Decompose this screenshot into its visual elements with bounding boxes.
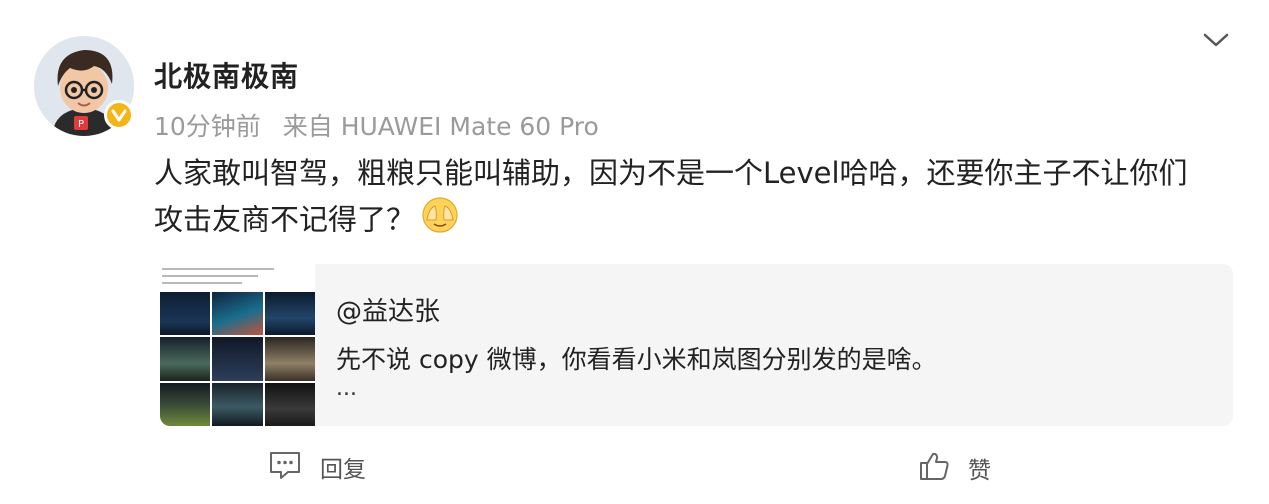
post-time: 10分钟前 [154,112,261,141]
like-label: 赞 [968,458,991,484]
thumbnail-cell [264,292,315,336]
thumbnail-grid [160,292,315,426]
username[interactable]: 北极南极南 [154,55,299,95]
thumbnail-header [160,264,315,292]
comment-icon [268,450,302,484]
chevron-down-icon[interactable] [1202,28,1230,52]
quoted-post-ellipsis: ... [336,376,357,401]
thumbnail-cell [160,382,211,426]
post-content: 人家敢叫智驾，粗粮只能叫辅助，因为不是一个Level哈哈，还要你主子不让你们攻击… [154,150,1214,247]
quoted-post-text: 先不说 copy 微博，你看看小米和岚图分别发的是啥。 [336,345,937,374]
svg-text:P: P [78,119,84,130]
post-meta: 10分钟前 来自 HUAWEI Mate 60 Pro [154,107,599,143]
thumbnail-cell [212,382,263,426]
thumbnail-cell [160,292,211,336]
reply-button[interactable]: 回复 [268,450,366,484]
thumbnail-cell [264,337,315,381]
thumbs-up-icon [918,450,950,486]
avatar-container[interactable]: P [34,36,134,136]
thumbnail-cell [264,382,315,426]
post-text: 人家敢叫智驾，粗粮只能叫辅助，因为不是一个Level哈哈，还要你主子不让你们攻击… [154,156,1188,237]
verified-badge-icon [104,100,134,130]
reply-label: 回复 [320,457,366,483]
quoted-post-thumbnail[interactable] [160,264,315,426]
facepalm-emoji-icon [421,196,459,247]
post-source: 来自 HUAWEI Mate 60 Pro [282,112,599,141]
quoted-post-author[interactable]: @益达张 [336,291,440,328]
thumbnail-cell [212,337,263,381]
thumbnail-cell [160,337,211,381]
thumbnail-cell [212,292,263,336]
like-button[interactable]: 赞 [918,450,991,486]
